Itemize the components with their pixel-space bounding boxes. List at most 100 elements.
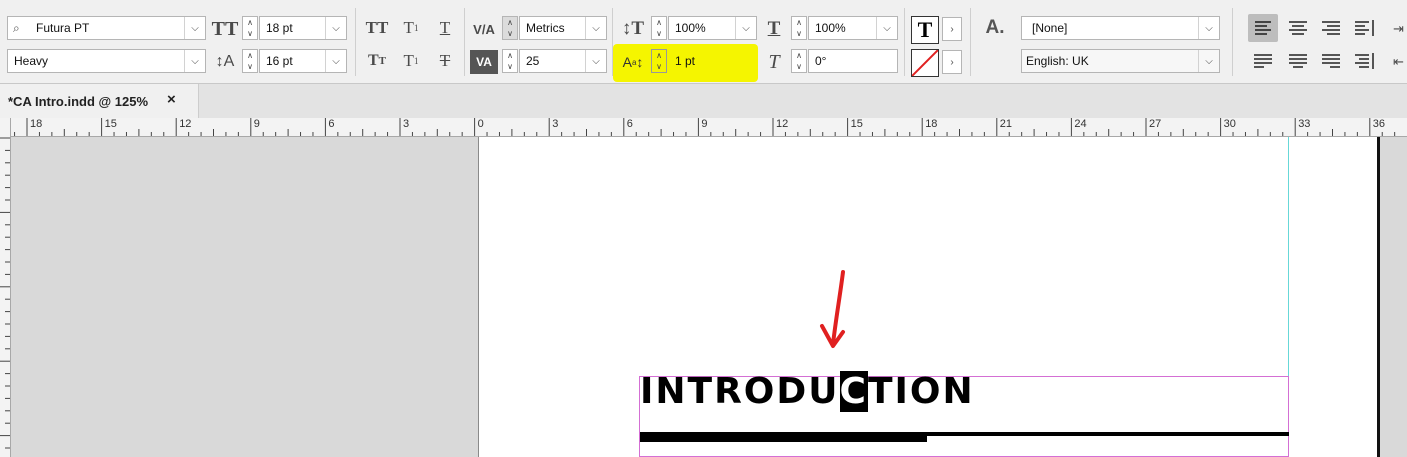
skew-field[interactable]: 0° <box>808 49 898 73</box>
indent-last-icon[interactable]: ⇤ <box>1390 51 1407 73</box>
chevron-down-icon[interactable]: ⌵ <box>184 50 205 72</box>
ruler-tick-label: 12 <box>776 118 789 130</box>
font-family-field[interactable]: ⌕ Futura PT ⌵ <box>7 16 206 40</box>
close-icon[interactable]: × <box>167 91 176 108</box>
underline-icon[interactable]: T <box>432 17 458 39</box>
chevron-down-icon[interactable]: ⌵ <box>1198 17 1219 39</box>
font-size-value: 18 pt <box>266 21 293 35</box>
align-right-icon <box>1322 21 1340 35</box>
ruler-tick-label: 0 <box>477 118 484 130</box>
justify-left-icon <box>1254 54 1272 68</box>
character-style-field[interactable]: [None] ⌵ <box>1021 16 1220 40</box>
font-size-stepper[interactable]: ∧ ∨ <box>242 16 258 40</box>
heading-text-before: INTRODU <box>640 371 840 412</box>
leading-field[interactable]: 16 pt ⌵ <box>259 49 347 73</box>
text-fill-swatch[interactable]: T <box>911 16 939 44</box>
chevron-down-icon[interactable]: ⌵ <box>735 17 756 39</box>
all-caps-icon[interactable]: TT <box>363 17 391 39</box>
align-right-button[interactable] <box>1316 14 1346 42</box>
vertical-scale-icon: ↕T <box>621 18 645 39</box>
chevron-down-icon[interactable]: ⌵ <box>876 17 897 39</box>
skew-stepper[interactable]: ∧ ∨ <box>791 49 807 73</box>
ruler-tick-label: 3 <box>552 118 559 130</box>
chevron-down-icon[interactable]: ⌵ <box>585 17 606 39</box>
ruler-ticks <box>0 137 10 449</box>
horizontal-scale-field[interactable]: 100% ⌵ <box>808 16 898 40</box>
chevron-down-icon[interactable]: ⌵ <box>585 50 606 72</box>
horizontal-scale-stepper[interactable]: ∧ ∨ <box>791 16 807 40</box>
vertical-scale-field[interactable]: 100% ⌵ <box>668 16 757 40</box>
ruler-tick-label: 15 <box>104 118 117 130</box>
horizontal-scale-icon: T <box>767 18 781 39</box>
font-family-value: Futura PT <box>36 21 90 35</box>
ruler-tick-label: 18 <box>30 118 43 130</box>
ruler-tick-label: 27 <box>1149 118 1162 130</box>
align-towards-spine-icon <box>1355 20 1374 36</box>
indent-icon[interactable]: ⇥ <box>1390 18 1407 40</box>
heading-text[interactable]: INTRODUCTION <box>640 371 975 412</box>
annotation-arrow-icon <box>820 270 845 348</box>
page-edge <box>1377 137 1380 457</box>
vertical-scale-value: 100% <box>675 21 706 35</box>
chevron-down-icon[interactable]: ⌵ <box>325 17 346 39</box>
horizontal-ruler[interactable]: 18 15 12 9 6 3 0 3 6 9 12 15 18 21 24 27 30 33 36 <box>10 118 1407 137</box>
align-away-spine-button[interactable] <box>1349 47 1379 75</box>
small-caps-icon[interactable]: TT <box>363 50 391 72</box>
align-towards-spine-button[interactable] <box>1349 14 1379 42</box>
justify-center-button[interactable] <box>1283 47 1313 75</box>
align-center-icon <box>1289 21 1307 35</box>
leading-stepper[interactable]: ∧ ∨ <box>242 49 258 73</box>
justify-right-icon <box>1322 54 1340 68</box>
character-style-icon: A. <box>985 17 1005 38</box>
tracking-field[interactable]: 25 ⌵ <box>519 49 607 73</box>
tab-document[interactable]: *CA Intro.indd @ 125% × <box>0 84 199 118</box>
ruler-tick-label: 21 <box>999 118 1013 130</box>
superscript-icon[interactable]: T1 <box>398 17 424 39</box>
ruler-tick-label: 6 <box>328 118 335 130</box>
text-stroke-swatch[interactable] <box>911 49 939 77</box>
no-color-icon <box>912 50 938 76</box>
leading-icon: ↕A <box>215 53 235 70</box>
control-bar: ⌕ Futura PT ⌵ Heavy ⌵ TT ∧ ∨ 18 pt ⌵ ↕A ∧… <box>0 0 1407 84</box>
ruler-tick-label: 9 <box>701 118 708 130</box>
font-size-field[interactable]: 18 pt ⌵ <box>259 16 347 40</box>
language-value: English: UK <box>1026 54 1089 68</box>
align-center-button[interactable] <box>1283 14 1313 42</box>
strikethrough-icon[interactable]: T <box>432 50 458 72</box>
separator <box>355 8 356 76</box>
language-field[interactable]: English: UK ⌵ <box>1021 49 1220 73</box>
align-left-button[interactable] <box>1248 14 1278 42</box>
font-style-field[interactable]: Heavy ⌵ <box>7 49 206 73</box>
tab-bar: *CA Intro.indd @ 125% × <box>0 84 1407 118</box>
ruler-tick-label: 24 <box>1074 118 1087 130</box>
baseline-shift-icon: Aa ↕ <box>622 54 644 70</box>
character-style-value: [None] <box>1032 21 1068 35</box>
kerning-field[interactable]: Metrics ⌵ <box>519 16 607 40</box>
vertical-scale-stepper[interactable]: ∧ ∨ <box>651 16 667 40</box>
chevron-down-icon[interactable]: ⌵ <box>1198 50 1219 72</box>
kerning-stepper[interactable]: ∧ ∨ <box>502 16 518 40</box>
ruler-tick-label: 3 <box>403 118 410 130</box>
justify-center-icon <box>1289 54 1307 68</box>
ruler-tick-label: 30 <box>1223 118 1236 130</box>
ruler-tick-label: 12 <box>179 118 192 130</box>
baseline-shift-field[interactable]: 1 pt <box>668 49 757 73</box>
justify-left-button[interactable] <box>1248 47 1278 75</box>
baseline-shift-stepper[interactable]: ∧ ∨ <box>651 49 667 73</box>
baseline-shift-value: 1 pt <box>675 54 696 68</box>
heading-text-after: TION <box>867 371 975 412</box>
tracking-stepper[interactable]: ∧ ∨ <box>502 49 518 73</box>
chevron-down-icon[interactable]: ⌵ <box>184 17 205 39</box>
vertical-ruler[interactable] <box>0 118 11 457</box>
selected-character[interactable]: C <box>839 371 868 412</box>
chevron-down-icon[interactable]: ⌵ <box>325 50 346 72</box>
subscript-icon[interactable]: T1 <box>398 50 424 72</box>
chevron-right-icon[interactable]: › <box>942 17 962 41</box>
justify-right-button[interactable] <box>1316 47 1346 75</box>
chevron-right-icon[interactable]: › <box>942 50 962 74</box>
kerning-icon: V/A <box>473 21 495 37</box>
heading-rule-thick <box>640 432 927 442</box>
ruler-tick-label: 6 <box>626 118 633 130</box>
tab-title: *CA Intro.indd @ 125% <box>8 94 149 109</box>
tracking-icon: VA <box>470 50 498 74</box>
